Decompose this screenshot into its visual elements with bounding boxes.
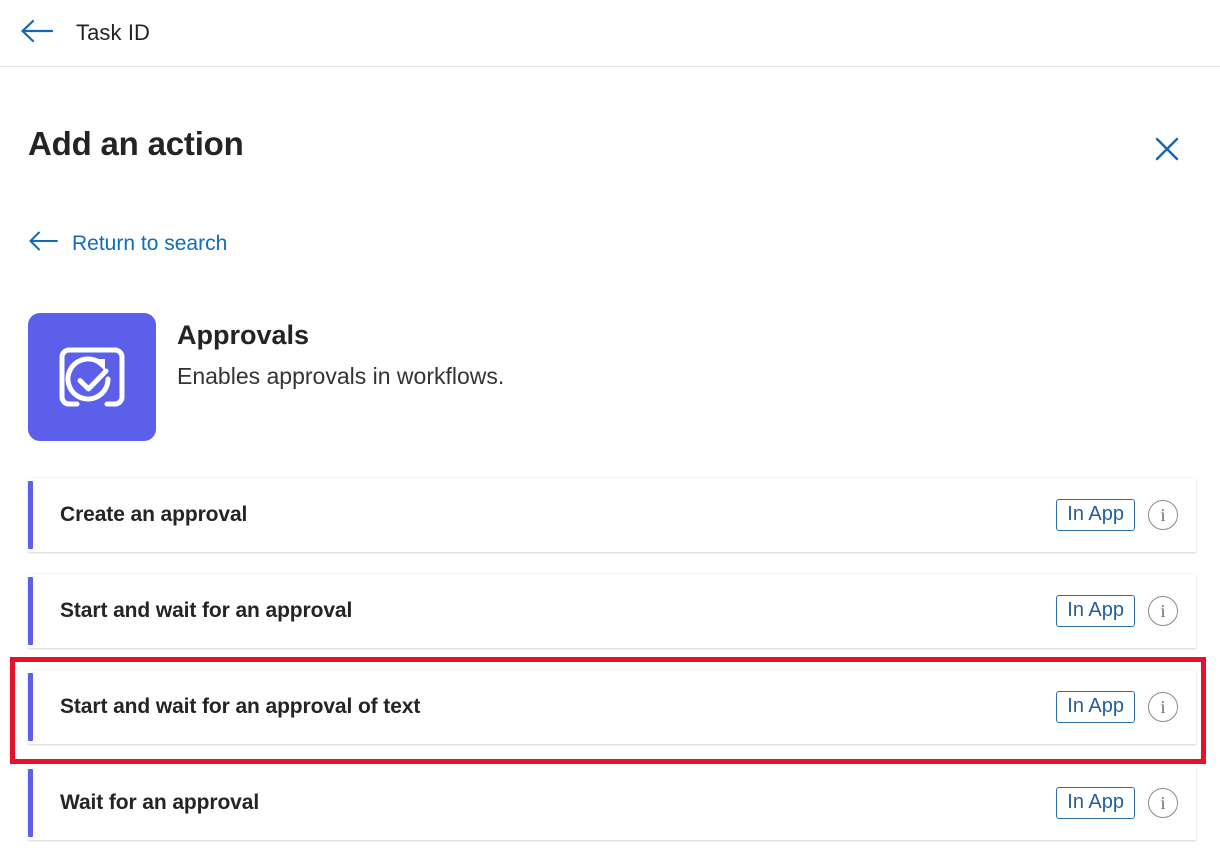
row-meta: In App i bbox=[1056, 499, 1178, 531]
page-title: Task ID bbox=[76, 20, 151, 45]
panel-title: Add an action bbox=[28, 125, 244, 162]
row-accent-bar bbox=[28, 481, 33, 549]
action-row-start-and-wait-for-an-approval-of-text[interactable]: Start and wait for an approval of text I… bbox=[28, 670, 1196, 744]
row-meta: In App i bbox=[1056, 691, 1178, 723]
connector-name: Approvals bbox=[177, 320, 310, 350]
action-list: Create an approval In App i Start and wa… bbox=[28, 478, 1196, 862]
status-badge: In App bbox=[1056, 499, 1135, 531]
row-meta: In App i bbox=[1056, 595, 1178, 627]
arrow-left-icon bbox=[19, 18, 54, 49]
info-icon[interactable]: i bbox=[1148, 596, 1178, 626]
action-label: Wait for an approval bbox=[60, 791, 260, 814]
action-label: Create an approval bbox=[60, 503, 248, 526]
return-to-search-link[interactable]: Return to search bbox=[28, 230, 227, 257]
row-accent-bar bbox=[28, 673, 33, 741]
top-bar: Task ID bbox=[0, 0, 1220, 67]
return-to-search-label: Return to search bbox=[72, 231, 228, 255]
connector-header: Approvals Enables approvals in workflows… bbox=[28, 313, 504, 441]
status-badge: In App bbox=[1056, 691, 1135, 723]
action-row-start-and-wait-for-an-approval[interactable]: Start and wait for an approval In App i bbox=[28, 574, 1196, 648]
info-icon[interactable]: i bbox=[1148, 692, 1178, 722]
status-badge: In App bbox=[1056, 595, 1135, 627]
arrow-left-icon bbox=[28, 230, 58, 257]
close-button[interactable] bbox=[1147, 131, 1187, 171]
connector-description: Enables approvals in workflows. bbox=[177, 362, 505, 389]
info-icon[interactable]: i bbox=[1148, 500, 1178, 530]
action-row-wait-for-an-approval[interactable]: Wait for an approval In App i bbox=[28, 766, 1196, 840]
status-badge: In App bbox=[1056, 787, 1135, 819]
row-meta: In App i bbox=[1056, 787, 1178, 819]
row-accent-bar bbox=[28, 769, 33, 837]
approvals-icon bbox=[28, 313, 156, 441]
action-label: Start and wait for an approval of text bbox=[60, 695, 421, 718]
action-label: Start and wait for an approval bbox=[60, 599, 353, 622]
back-button[interactable] bbox=[14, 11, 58, 55]
close-icon bbox=[1152, 134, 1182, 169]
action-row-create-an-approval[interactable]: Create an approval In App i bbox=[28, 478, 1196, 552]
connector-text: Approvals Enables approvals in workflows… bbox=[177, 313, 504, 392]
row-accent-bar bbox=[28, 577, 33, 645]
info-icon[interactable]: i bbox=[1148, 788, 1178, 818]
